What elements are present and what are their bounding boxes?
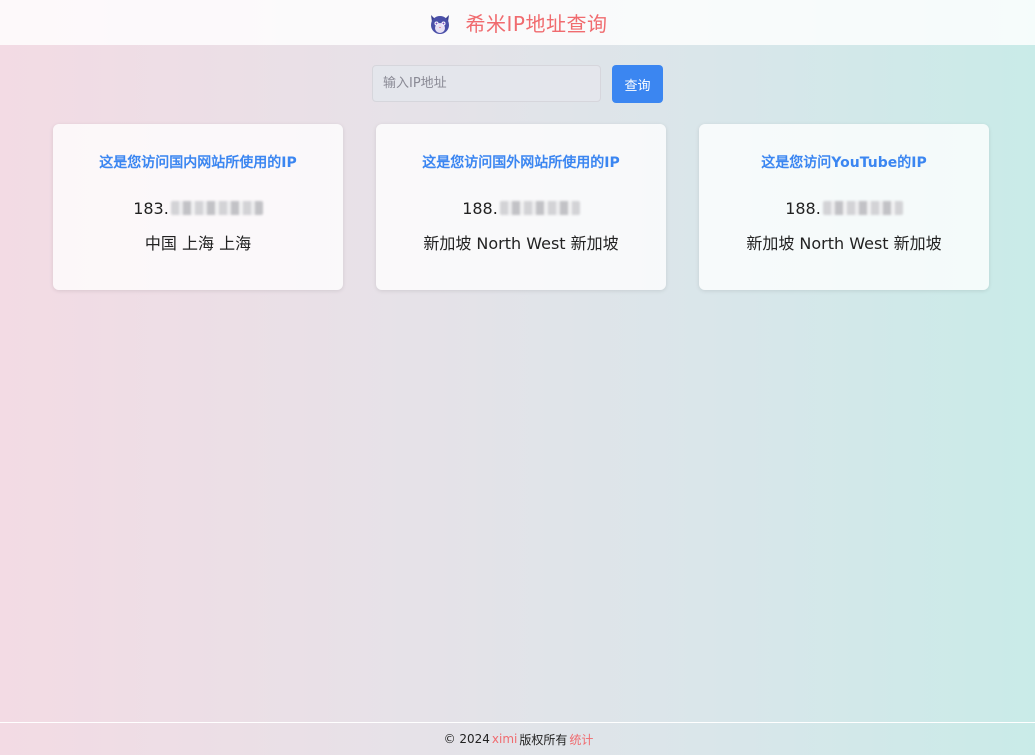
ip-location: 中国 上海 上海 [144,234,252,253]
ip-location: 新加坡 North West 新加坡 [423,234,619,253]
foreign-ip-card: 这是您访问国外网站所使用的IP 188. 新加坡 North West 新加坡 [376,124,666,290]
ip-prefix: 188. [785,198,821,218]
query-button[interactable]: 查询 [612,65,663,103]
ip-address: 183. [53,198,343,218]
ip-address: 188. [376,198,666,218]
ip-redacted-mask [170,201,263,215]
ip-search-input[interactable] [372,65,601,102]
card-title: 这是您访问国内网站所使用的IP [99,155,297,171]
page-footer: © 2024 ximi 版权所有 统计 [0,722,1035,755]
cat-logo-icon [428,11,452,35]
copyright-text: © 2024 [443,732,490,746]
youtube-ip-card: 这是您访问YouTube的IP 188. 新加坡 North West 新加坡 [699,124,989,290]
top-header: 希米IP地址查询 [0,0,1035,45]
ip-redacted-mask [499,201,580,215]
site-title[interactable]: 希米IP地址查询 [466,8,608,37]
ip-redacted-mask [822,201,903,215]
domestic-ip-card: 这是您访问国内网站所使用的IP 183. 中国 上海 上海 [53,124,343,290]
ip-address: 188. [699,198,989,218]
ip-prefix: 188. [462,198,498,218]
stats-link[interactable]: 统计 [569,731,593,748]
rights-text: 版权所有 [519,732,568,747]
ip-prefix: 183. [133,198,169,218]
ip-location: 新加坡 North West 新加坡 [746,234,942,253]
card-title: 这是您访问YouTube的IP [761,155,927,171]
card-title: 这是您访问国外网站所使用的IP [422,155,620,171]
search-bar: 查询 [0,65,1035,103]
brand-link[interactable]: ximi [492,732,517,746]
